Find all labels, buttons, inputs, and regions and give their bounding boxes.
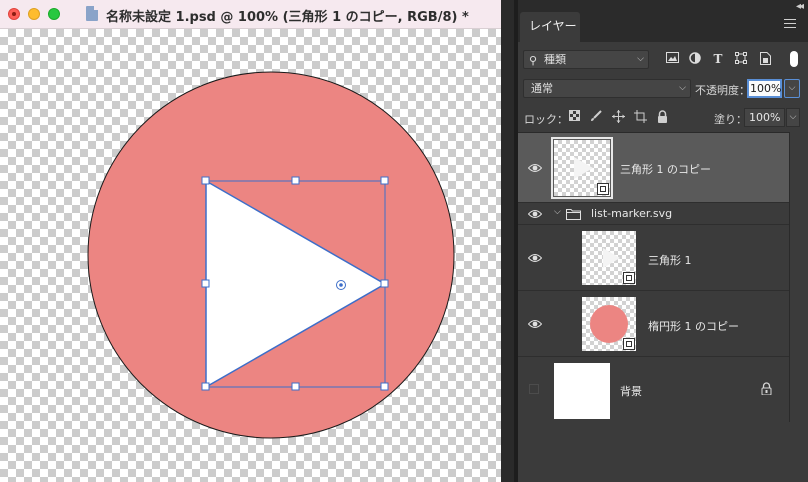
filter-shape-layer-icon[interactable] <box>734 52 748 66</box>
layer-name: 背景 <box>620 385 642 398</box>
layer-name: 三角形 1 のコピー <box>620 163 711 176</box>
lock-icon <box>761 382 772 398</box>
opacity-input[interactable]: 100% <box>747 79 782 98</box>
blend-mode-select[interactable]: 通常 ⌵ <box>523 79 691 98</box>
handle-bottom-left[interactable] <box>201 382 210 391</box>
lock-label: ロック： <box>524 113 568 126</box>
psd-file-icon <box>86 6 98 21</box>
handle-top-right[interactable] <box>380 176 389 185</box>
layer-row[interactable]: 三角形 1 のコピー <box>518 133 789 203</box>
smart-object-badge-icon <box>623 272 635 284</box>
eye-icon[interactable] <box>528 319 542 329</box>
filter-kind-select[interactable]: ⚲ 種類 ⌵ <box>523 50 649 69</box>
fill-dropdown-button[interactable]: ⌵ <box>786 108 800 127</box>
layer-thumbnail[interactable] <box>554 363 610 419</box>
eye-icon[interactable] <box>528 163 542 173</box>
layer-row[interactable]: 楕円形 1 のコピー <box>518 291 789 357</box>
filter-toggle-switch[interactable] <box>790 51 798 67</box>
visibility-toggle-empty[interactable] <box>529 384 539 394</box>
handle-top-left[interactable] <box>201 176 210 185</box>
folder-icon <box>566 208 581 223</box>
smart-object-badge-icon <box>597 183 609 195</box>
filter-adjustment-layer-icon[interactable] <box>688 52 702 66</box>
title-bar: 名称未設定 1.psd @ 100% (三角形 1 のコピー, RGB/8) * <box>0 0 501 29</box>
search-icon: ⚲ <box>529 54 538 67</box>
layer-group-row[interactable]: ⌵ list-marker.svg <box>518 203 789 225</box>
layers-panel: ◂◂ レイヤー ⚲ 種類 ⌵ T 通常 ⌵ 不透明度： 100% ⌵ ロック： <box>518 0 808 482</box>
opacity-dropdown-button[interactable]: ⌵ <box>784 79 800 98</box>
panel-footer <box>518 422 808 482</box>
fill-input[interactable]: 100% <box>744 108 785 127</box>
layer-thumbnail[interactable] <box>582 297 636 351</box>
layer-thumbnail[interactable] <box>582 231 636 285</box>
document-title: 名称未設定 1.psd @ 100% (三角形 1 のコピー, RGB/8) * <box>106 10 469 25</box>
filter-type-layer-icon[interactable]: T <box>711 52 725 66</box>
minimize-window-button[interactable] <box>28 8 40 20</box>
filter-kind-value: 種類 <box>544 53 566 66</box>
filter-smart-object-icon[interactable] <box>758 52 772 66</box>
lock-all-icon[interactable] <box>655 110 669 124</box>
lock-position-icon[interactable] <box>611 110 625 124</box>
lock-image-pixels-icon[interactable] <box>589 110 603 124</box>
filter-pixel-layer-icon[interactable] <box>665 52 679 66</box>
panel-header: ◂◂ レイヤー <box>518 0 808 42</box>
reference-point-icon[interactable] <box>336 280 346 290</box>
chevron-down-icon: ⌵ <box>679 83 686 93</box>
fill-label: 塗り： <box>714 113 747 126</box>
handle-bottom-middle[interactable] <box>291 382 300 391</box>
layer-name: 楕円形 1 のコピー <box>648 320 739 333</box>
blend-mode-value: 通常 <box>531 82 553 95</box>
chevron-down-icon: ⌵ <box>637 54 644 64</box>
opacity-label: 不透明度： <box>695 84 750 97</box>
eye-icon[interactable] <box>528 209 542 219</box>
handle-bottom-right[interactable] <box>380 382 389 391</box>
layer-row[interactable]: 背景 <box>518 357 789 423</box>
close-window-button[interactable] <box>8 8 20 20</box>
document-window: 名称未設定 1.psd @ 100% (三角形 1 のコピー, RGB/8) * <box>0 0 501 482</box>
lock-transparent-pixels-icon[interactable] <box>567 110 581 124</box>
panel-menu-icon[interactable] <box>784 19 796 28</box>
handle-top-middle[interactable] <box>291 176 300 185</box>
layer-thumbnail[interactable] <box>551 137 613 199</box>
layer-name: list-marker.svg <box>591 207 673 220</box>
layer-row[interactable]: 三角形 1 <box>518 225 789 291</box>
tab-layers[interactable]: レイヤー <box>520 12 580 42</box>
layers-scrollbar[interactable] <box>789 132 808 422</box>
eye-icon[interactable] <box>528 253 542 263</box>
lock-artboard-icon[interactable] <box>633 110 647 124</box>
handle-middle-right[interactable] <box>380 279 389 288</box>
chevron-down-icon[interactable]: ⌵ <box>554 207 561 217</box>
handle-middle-left[interactable] <box>201 279 210 288</box>
layers-list: 三角形 1 のコピー ⌵ list-marker.svg 三角形 1 楕円形 1… <box>518 132 789 423</box>
smart-object-badge-icon <box>623 338 635 350</box>
zoom-window-button[interactable] <box>48 8 60 20</box>
layer-name: 三角形 1 <box>648 254 692 267</box>
collapse-panel-icon[interactable]: ◂◂ <box>796 1 804 12</box>
canvas[interactable] <box>0 29 501 482</box>
artwork <box>87 71 455 439</box>
